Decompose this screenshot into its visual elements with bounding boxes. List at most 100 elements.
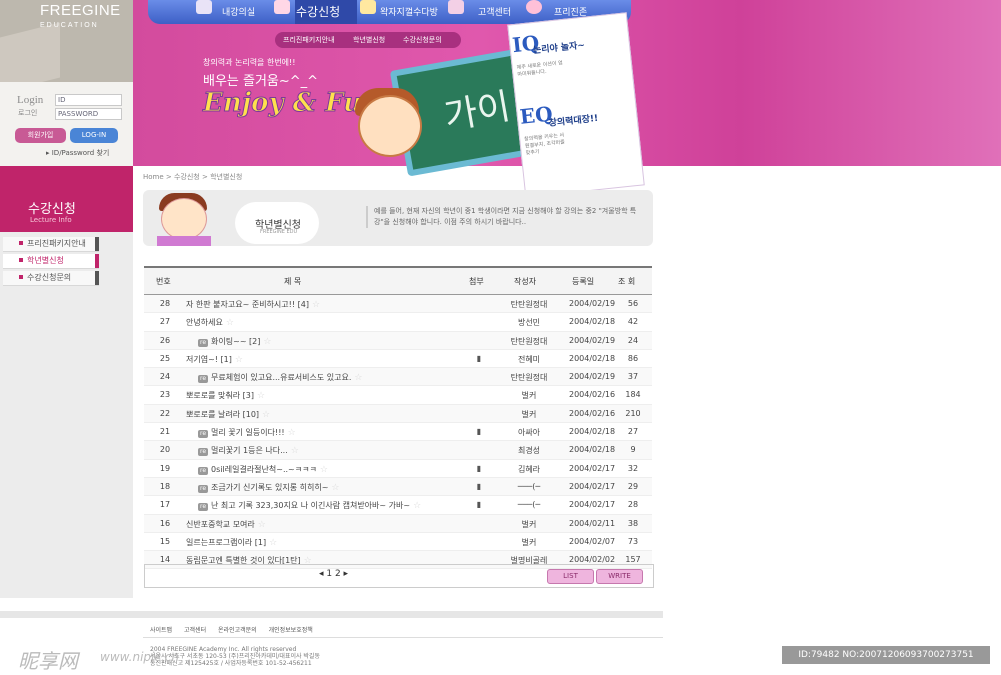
- row-title[interactable]: re 0sil레일결라절난척~..~ㅋㅋㅋ ☆: [186, 464, 482, 475]
- attachment-icon[interactable]: ▮: [477, 427, 481, 436]
- login-button[interactable]: LOG-IN: [70, 128, 118, 143]
- board-table: 번호 제 목 첨부 작성자 등록일 조 회 28 자 한판 붙자고요~ 준비하시고…: [144, 266, 652, 570]
- new-star-icon: ☆: [262, 409, 271, 420]
- nav-item-support[interactable]: 고객센터: [478, 5, 511, 18]
- page-description: 예를 들어, 현재 자신의 학년이 중1 학생이라면 지금 신청해야 할 강의는…: [366, 206, 644, 228]
- table-row[interactable]: 15 일르는프로그램이라 [1] ☆ 벌커 2004/02/07 73: [144, 533, 652, 552]
- table-row[interactable]: 23 뽀로로를 맞춰라 [3] ☆ 벌커 2004/02/16 184: [144, 386, 652, 405]
- row-hits: 38: [627, 518, 639, 528]
- row-title[interactable]: 저기염~! [1] ☆: [186, 354, 470, 365]
- subnav-item-grade[interactable]: 학년별신청: [353, 35, 385, 45]
- new-star-icon: ☆: [290, 446, 299, 457]
- row-author: 벌커: [521, 391, 537, 401]
- table-row[interactable]: 18 re 조금가기 신기록도 있지롱 히히히~ ☆ ▮ ───(─ 2004/02/17 2…: [144, 477, 652, 497]
- row-hits: 157: [625, 555, 641, 565]
- write-button[interactable]: WRITE: [596, 569, 643, 584]
- table-row[interactable]: 17 re 난 최고 기록 323,30지요 나 이긴사람 캡쳐받아바~ 가바~ ☆ ▮…: [144, 496, 652, 515]
- nav-item-chat[interactable]: 왁자지껄수다방: [380, 5, 438, 18]
- row-title-text: 0sil레일결라절난척~..~ㅋㅋㅋ: [211, 464, 317, 474]
- new-star-icon: ☆: [225, 318, 234, 329]
- table-row[interactable]: 20 re 멀리꽃기 1등은 나다... ☆ 최경성 2004/02/18 9: [144, 441, 652, 460]
- row-number: 24: [159, 372, 171, 382]
- row-number: 20: [159, 445, 171, 455]
- table-row[interactable]: 25 저기염~! [1] ☆ ▮ 전혜미 2004/02/18 86: [144, 350, 652, 369]
- row-title[interactable]: re 무료체험이 있고요...유료서비스도 있고요. ☆: [186, 372, 482, 384]
- new-star-icon: ☆: [303, 556, 312, 567]
- row-title-text: 뽀로로를 날려라 [10]: [186, 409, 260, 419]
- row-title[interactable]: 자 한판 붙자고요~ 준비하시고!! [4] ☆: [186, 299, 470, 310]
- row-title[interactable]: 뽀로로를 날려라 [10] ☆: [186, 409, 470, 420]
- footer-link-sitemap[interactable]: 사이트맵: [150, 627, 172, 634]
- row-title[interactable]: re 난 최고 기록 323,30지요 나 이긴사람 캡쳐받아바~ 가바~ ☆: [186, 500, 482, 512]
- id-input[interactable]: ID: [55, 94, 122, 106]
- row-hits: 27: [627, 427, 639, 437]
- row-title[interactable]: re 조금가기 신기록도 있지롱 히히히~ ☆: [186, 482, 482, 493]
- attachment-icon[interactable]: ▮: [477, 464, 481, 473]
- attachment-icon[interactable]: ▮: [477, 354, 481, 363]
- table-row[interactable]: 24 re 무료체험이 있고요...유료서비스도 있고요. ☆ 탄탄원정대 2004/02…: [144, 368, 652, 387]
- breadcrumb: Home > 수강신청 > 학년별신청: [143, 173, 243, 181]
- table-row[interactable]: 16 신반포중학교 모여라 ☆ 벌커 2004/02/11 38: [144, 514, 652, 533]
- row-hits: 9: [630, 445, 636, 455]
- password-input[interactable]: PASSWORD: [55, 108, 122, 120]
- iq-eq-card[interactable]: IQ 논리야 놀자~ 제주 새로운 이션이 엄마미워들니다. EQ 창의력대장!…: [507, 12, 645, 198]
- row-hits: 210: [625, 408, 641, 418]
- zone-icon: [526, 0, 542, 14]
- row-author: 아싸아: [517, 428, 541, 438]
- sidebar-item-inquiry[interactable]: 수강신청문의: [3, 271, 99, 286]
- row-hits: 42: [627, 317, 639, 327]
- row-title-text: 무료체험이 있고요...유료서비스도 있고요.: [211, 373, 352, 383]
- row-title[interactable]: re 멀리 꽃기 일등이다!!! ☆: [186, 427, 482, 439]
- row-title[interactable]: 일르는프로그램이라 [1] ☆: [186, 537, 470, 548]
- list-button[interactable]: LIST: [547, 569, 594, 584]
- col-no: 번호: [156, 277, 171, 286]
- sidebar-item-package[interactable]: 프리진패키지안내: [3, 237, 99, 252]
- sidebar-header: 수강신청 Lecture Info: [0, 166, 133, 232]
- col-title: 제 목: [284, 277, 302, 286]
- watermark-url: www.nipic.cn: [100, 650, 179, 664]
- nav-item-classroom[interactable]: 내강의실: [222, 5, 255, 18]
- join-button[interactable]: 회원가입: [15, 128, 66, 143]
- table-row[interactable]: 21 re 멀리 꽃기 일등이다!!! ☆ ▮ 아싸아 2004/02/18 27: [144, 423, 652, 442]
- bullet-icon: [19, 241, 23, 245]
- subnav-item-package[interactable]: 프리진패키지안내: [283, 35, 335, 45]
- row-title[interactable]: 안녕하세요 ☆: [186, 317, 470, 328]
- item-bar: [95, 254, 99, 268]
- row-title-text: 신반포중학교 모여라: [186, 519, 255, 529]
- row-title[interactable]: re 멀리꽃기 1등은 나다... ☆: [186, 445, 482, 457]
- row-hits: 86: [627, 353, 639, 363]
- row-hits: 29: [627, 481, 639, 491]
- pagination[interactable]: ◂ 1 2 ▸: [319, 569, 348, 579]
- attachment-icon[interactable]: ▮: [477, 500, 481, 509]
- row-title[interactable]: 뽀로로를 맞춰라 [3] ☆: [186, 390, 470, 401]
- hero-banner: 내강의실 수강신청 왁자지껄수다방 고객센터 프리진존 프리진패키지안내 학년별…: [133, 0, 1001, 198]
- classroom-icon: [196, 0, 212, 14]
- subnav-item-inquiry[interactable]: 수강신청문의: [403, 35, 442, 45]
- row-date: 2004/02/19: [569, 335, 616, 345]
- row-title[interactable]: re 화이팅~~ [2] ☆: [186, 336, 482, 347]
- row-author: 탄탄원정대: [510, 373, 548, 383]
- row-title-text: 자 한판 붙자고요~ 준비하시고!! [4]: [186, 300, 309, 309]
- row-title[interactable]: 신반포중학교 모여라 ☆: [186, 519, 470, 530]
- footer-link-support[interactable]: 고객센터: [184, 627, 206, 634]
- row-number: 19: [159, 463, 171, 473]
- sidebar-item-grade[interactable]: 학년별신청: [3, 254, 99, 269]
- find-password-link[interactable]: ▸ ID/Password 찾기: [46, 148, 109, 158]
- nav-item-enroll[interactable]: 수강신청: [296, 3, 340, 20]
- logo-area[interactable]: FREEGINE EDUCATION: [0, 0, 133, 93]
- page-banner: 학년별신청 FREEGINE EDU 예를 들어, 현재 자신의 학년이 중1 …: [143, 190, 653, 246]
- row-date: 2004/02/07: [569, 536, 616, 546]
- col-date: 등록일: [572, 277, 595, 286]
- table-row[interactable]: 22 뽀로로를 날려라 [10] ☆ 벌커 2004/02/16 210: [144, 404, 652, 424]
- new-star-icon: ☆: [331, 482, 340, 493]
- attachment-icon[interactable]: ▮: [477, 482, 481, 491]
- footer-link-inquiry[interactable]: 온라인고객문의: [218, 627, 257, 634]
- footer-link-privacy[interactable]: 개인정보보호정책: [269, 627, 313, 634]
- row-author: 방선민: [517, 318, 541, 328]
- table-row[interactable]: 28 자 한판 붙자고요~ 준비하시고!! [4] ☆ 탄탄원정대 2004/02/19…: [144, 295, 652, 314]
- login-subtitle: 로그인: [18, 109, 38, 117]
- table-row[interactable]: 27 안녕하세요 ☆ 방선민 2004/02/18 42: [144, 313, 652, 332]
- chat-icon: [360, 0, 376, 14]
- table-row[interactable]: 26 re 화이팅~~ [2] ☆ 탄탄원정대 2004/02/19 24: [144, 331, 652, 350]
- table-row[interactable]: 19 re 0sil레일결라절난척~..~ㅋㅋㅋ ☆ ▮ 김혜라 2004/02/17 32: [144, 460, 652, 478]
